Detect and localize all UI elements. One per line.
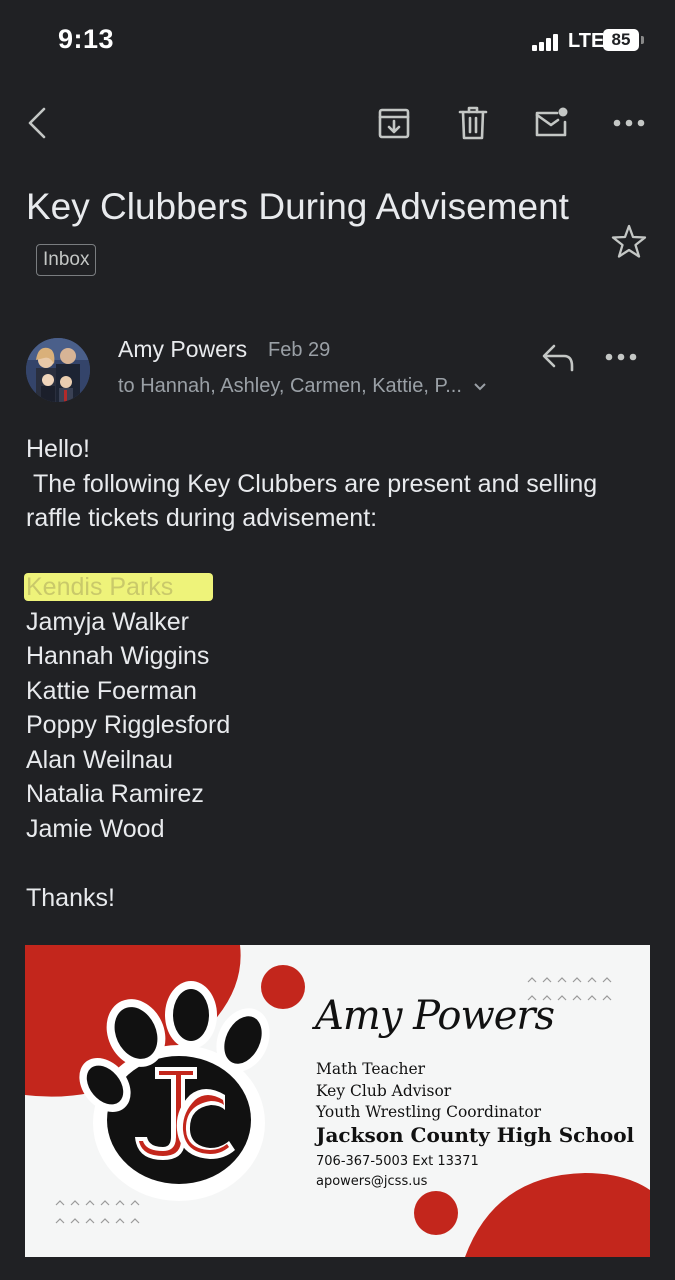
intro-paragraph: The following Key Clubbers are present a…: [26, 469, 605, 533]
back-arrow-icon[interactable]: [12, 95, 62, 151]
name-list-item: Kattie Foerman: [26, 676, 197, 705]
status-bar: 9:13 LTE 85: [0, 0, 675, 80]
battery-tip: [641, 36, 644, 44]
signature-name: Amy Powers: [315, 993, 555, 1039]
inbox-label-chip[interactable]: Inbox: [36, 244, 97, 277]
signature-role: Key Club Advisor: [316, 1082, 452, 1100]
more-icon[interactable]: [604, 95, 654, 151]
closing: Thanks!: [26, 883, 115, 912]
message-more-icon[interactable]: [604, 340, 654, 376]
signature-role: Math Teacher: [316, 1060, 426, 1078]
reply-icon[interactable]: [538, 340, 578, 376]
name-list-item: Alan Weilnau: [26, 745, 173, 774]
status-time: 9:13: [58, 24, 115, 54]
star-icon[interactable]: [610, 222, 648, 260]
sender-name[interactable]: Amy Powers: [118, 336, 247, 363]
signature-school: Jackson County High School: [316, 1123, 635, 1147]
email-body: Hello! The following Key Clubbers are pr…: [24, 432, 656, 915]
sender-avatar[interactable]: [26, 338, 90, 402]
signature-role: Youth Wrestling Coordinator: [316, 1103, 542, 1121]
highlighted-name: Kendis Parks: [24, 573, 214, 601]
signal-icon: [532, 33, 564, 51]
trash-icon[interactable]: [448, 95, 498, 151]
subject-text: Key Clubbers During Advisement: [26, 186, 569, 227]
chevron-down-icon[interactable]: [473, 382, 487, 392]
email-date: Feb 29: [268, 339, 331, 361]
mark-unread-icon[interactable]: [526, 95, 576, 151]
name-list-item: Hannah Wiggins: [26, 642, 210, 670]
name-list-item: Jamie Wood: [26, 814, 165, 843]
signature-email[interactable]: apowers@jcss.us: [316, 1174, 427, 1189]
signature-card: Amy Powers Math Teacher Key Club Advisor…: [25, 945, 650, 1257]
name-list-item: Natalia Ramirez: [26, 780, 204, 808]
signature-graphic: [25, 945, 650, 1257]
name-list-item: Poppy Rigglesford: [26, 711, 231, 739]
email-toolbar: [0, 95, 675, 155]
recipients-line[interactable]: to Hannah, Ashley, Carmen, Kattie, P...: [118, 375, 487, 398]
name-list-item: Jamyja Walker: [26, 607, 189, 636]
greeting: Hello!: [26, 435, 90, 463]
network-type: LTE: [568, 30, 605, 52]
email-subject: Key Clubbers During Advisement Inbox: [26, 180, 586, 288]
archive-icon[interactable]: [369, 95, 419, 151]
battery-icon: 85: [603, 29, 639, 51]
recipients-text: to Hannah, Ashley, Carmen, Kattie, P...: [118, 375, 462, 397]
signature-phone: 706-367-5003 Ext 13371: [316, 1154, 479, 1169]
